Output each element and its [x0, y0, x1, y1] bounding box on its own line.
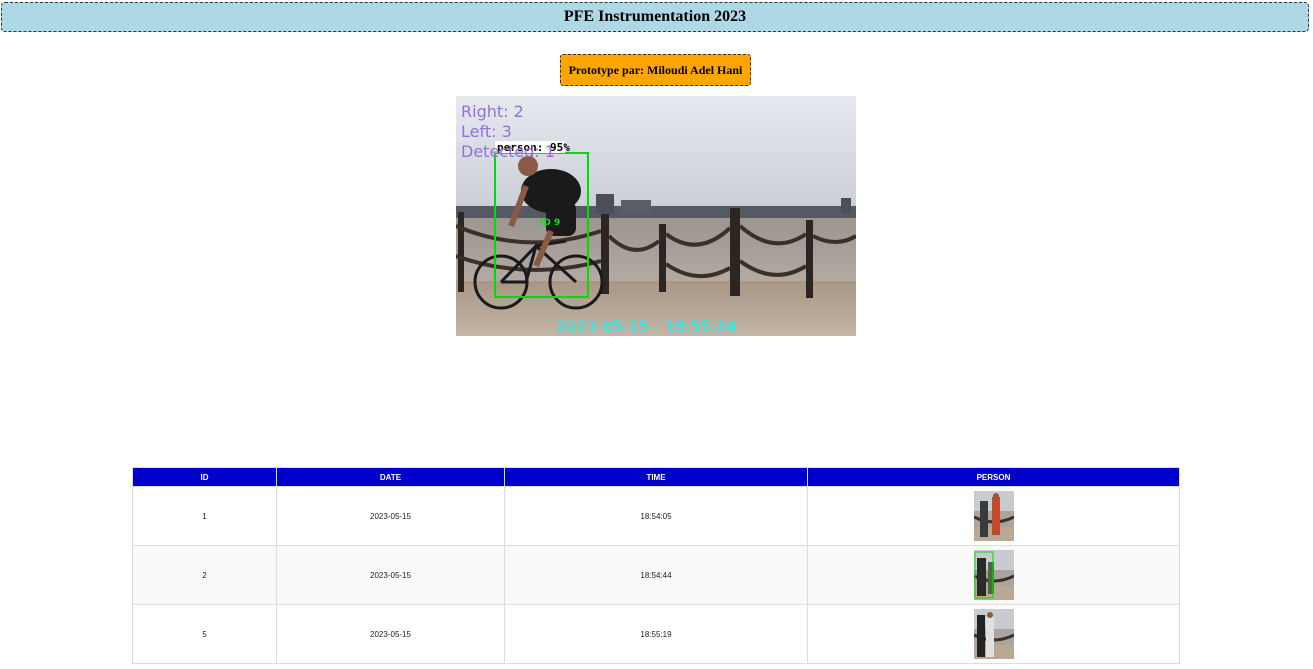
column-header-date: DATE [276, 467, 505, 487]
cell-time: 18:54:05 [504, 486, 808, 546]
cell-time: 18:55:19 [504, 604, 808, 664]
cell-date: 2023-05-15 [276, 486, 505, 546]
cell-id: 5 [132, 604, 277, 664]
table-header-row: ID DATE TIME PERSON [132, 467, 1180, 487]
person-thumbnail [973, 609, 1014, 659]
right-count: Right: 2 [461, 102, 524, 121]
video-timestamp: 2023-05-15 - 18:55:24 [556, 317, 737, 336]
table-row: 1 2023-05-15 18:54:05 [132, 486, 1180, 546]
cell-person [807, 604, 1180, 664]
column-header-time: TIME [504, 467, 808, 487]
cell-id: 1 [132, 486, 277, 546]
cell-date: 2023-05-15 [276, 545, 505, 605]
detections-table: ID DATE TIME PERSON 1 2023-05-15 18:54:0… [132, 467, 1180, 664]
track-id-label: ID 9 [540, 218, 560, 228]
column-header-id: ID [132, 467, 277, 487]
table-row: 2 2023-05-15 18:54:44 [132, 545, 1180, 605]
page-title: PFE Instrumentation 2023 [1, 2, 1309, 32]
cell-time: 18:54:44 [504, 545, 808, 605]
camera-frame: person: 95% ID 9 Right: 2 Left: 3 Detect… [456, 96, 856, 336]
table-row: 5 2023-05-15 18:55:19 [132, 604, 1180, 664]
cell-person [807, 545, 1180, 605]
cell-person [807, 486, 1180, 546]
video-feed: person: 95% ID 9 Right: 2 Left: 3 Detect… [456, 96, 856, 336]
person-thumbnail [973, 491, 1014, 541]
detected-count: Detected: 1 [461, 142, 555, 161]
cell-id: 2 [132, 545, 277, 605]
left-count: Left: 3 [461, 122, 512, 141]
cell-date: 2023-05-15 [276, 604, 505, 664]
person-thumbnail [973, 550, 1014, 600]
column-header-person: PERSON [807, 467, 1180, 487]
detections-table-container: ID DATE TIME PERSON 1 2023-05-15 18:54:0… [132, 467, 1180, 664]
author-badge: Prototype par: Miloudi Adel Hani [560, 54, 751, 86]
